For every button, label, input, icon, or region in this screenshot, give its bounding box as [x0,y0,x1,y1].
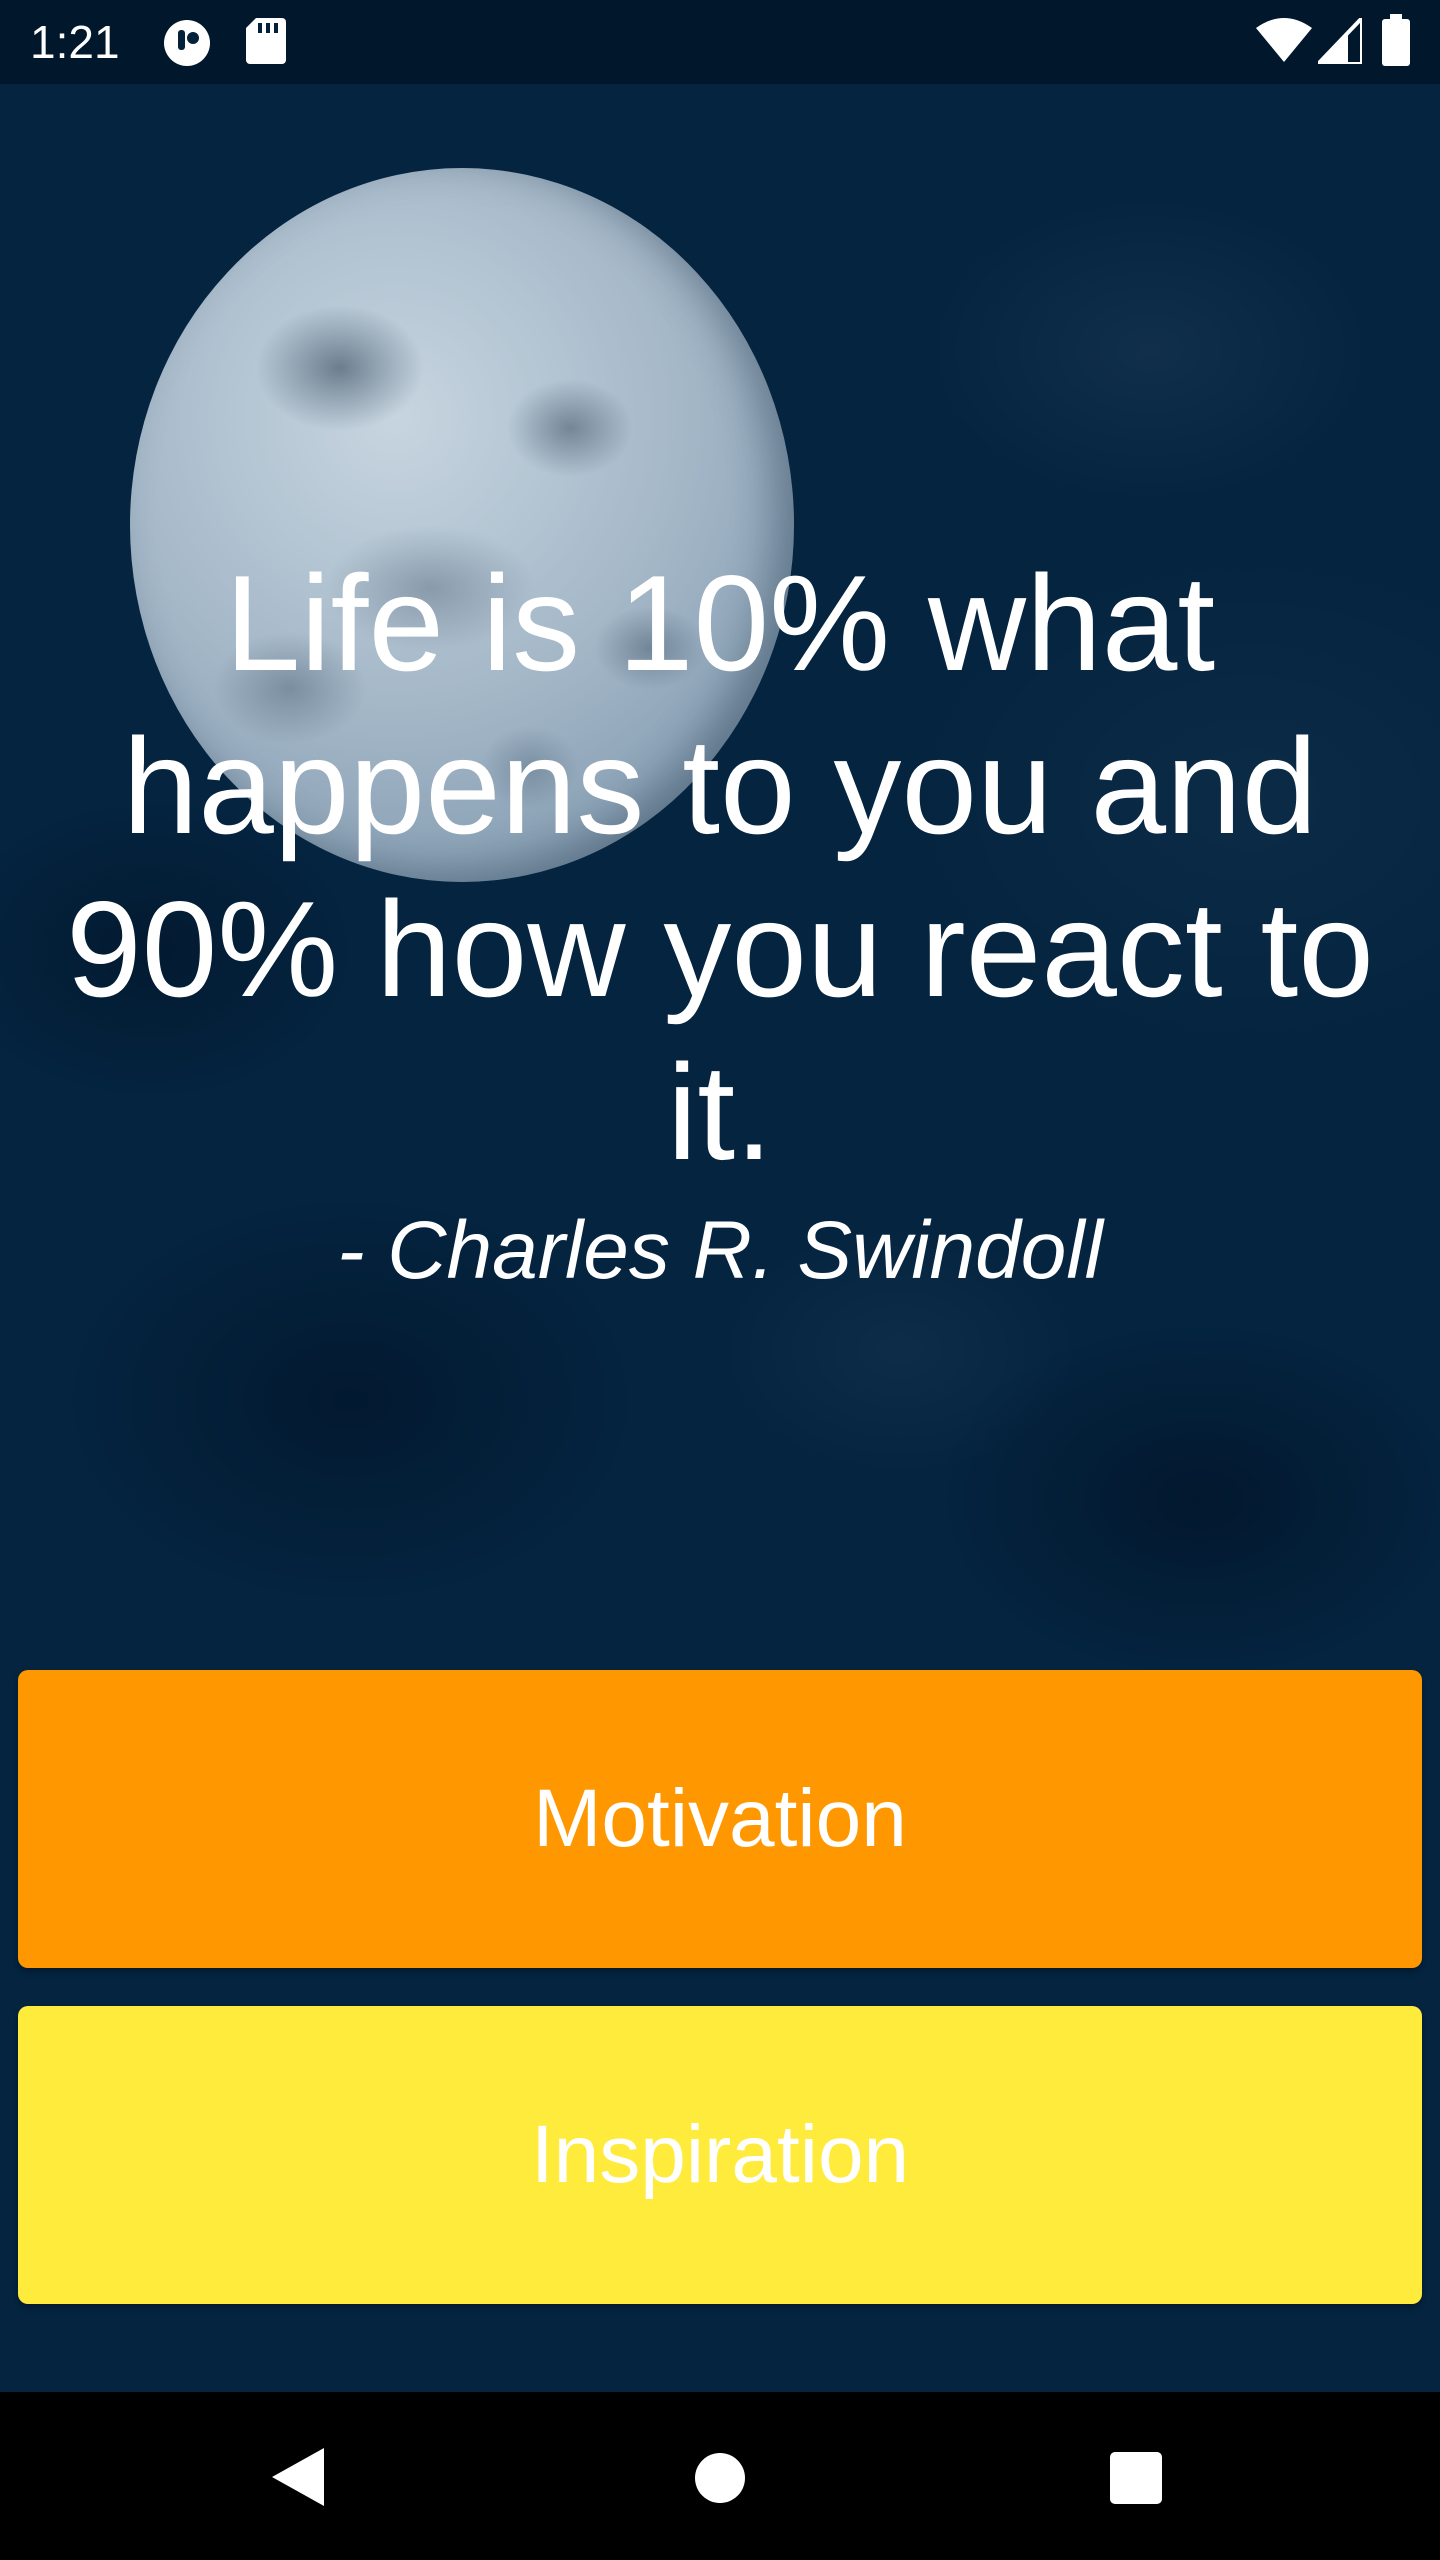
back-icon[interactable] [270,2446,326,2508]
sd-card-icon [246,18,286,64]
recents-icon[interactable] [1108,2450,1164,2506]
wifi-icon [1256,18,1312,62]
app-notification-icon [164,20,210,66]
cell-signal-icon [1318,18,1362,64]
home-icon[interactable] [694,2452,746,2504]
motivation-button[interactable]: Motivation [18,1670,1422,1968]
status-bar: 1:21 [0,0,1440,84]
status-time: 1:21 [30,16,120,68]
battery-icon [1382,14,1410,66]
quote-text: Life is 10% what happens to you and 90% … [66,547,1374,1188]
quote-author: - Charles R. Swindoll [337,1205,1103,1296]
inspiration-button[interactable]: Inspiration [18,2006,1422,2304]
